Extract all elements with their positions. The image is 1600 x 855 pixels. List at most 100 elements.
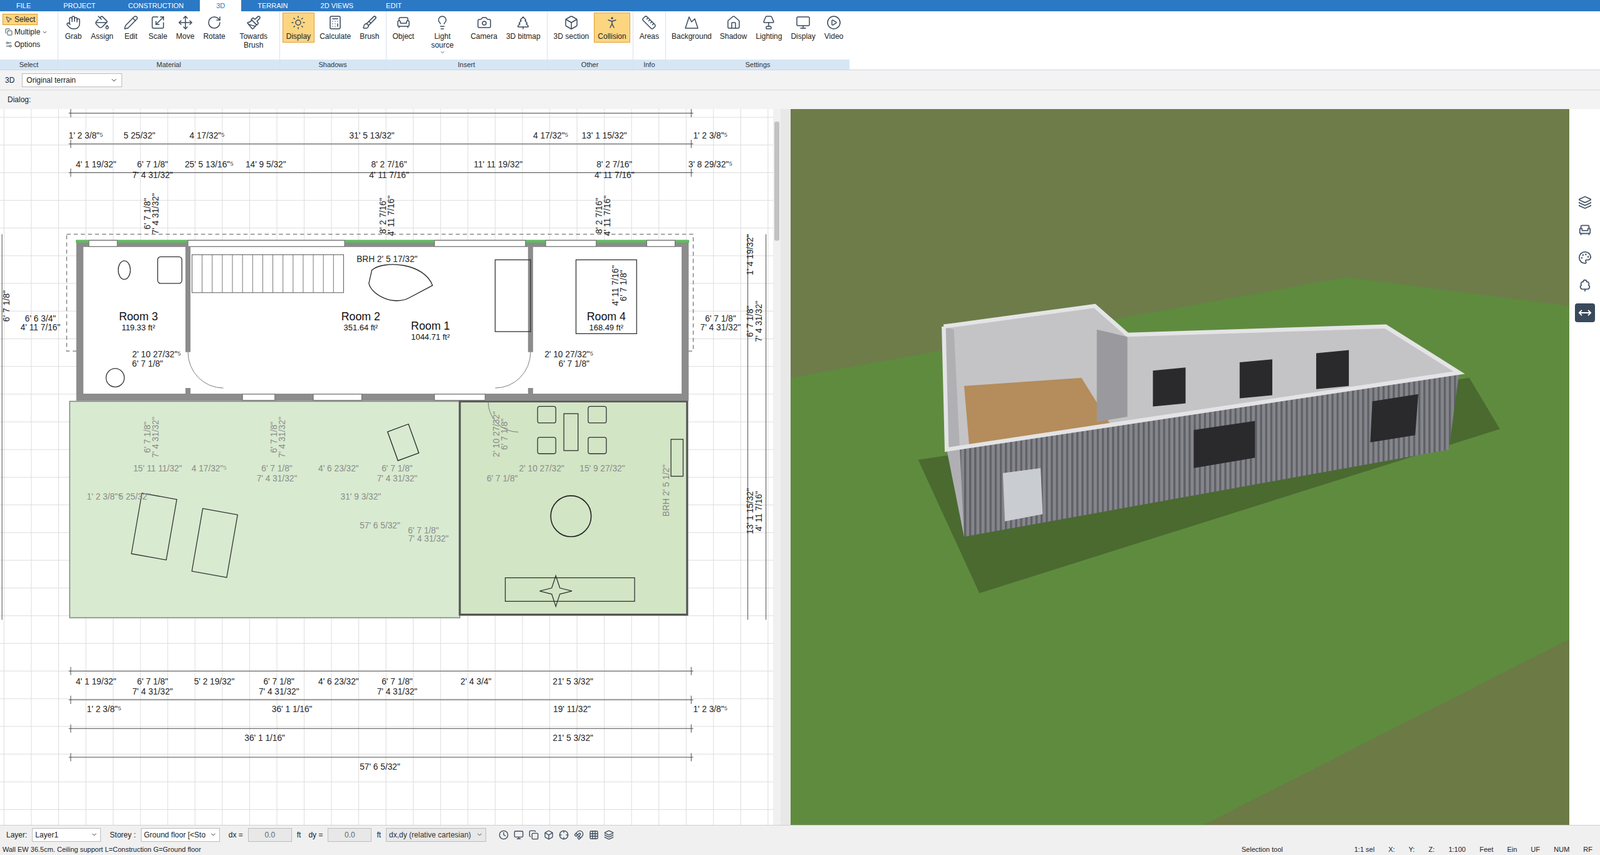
ribbon-button[interactable]: Display <box>786 12 819 43</box>
ribbon-icon <box>150 15 166 31</box>
ribbon-button[interactable]: Camera <box>466 12 502 43</box>
ribbon-button[interactable]: Calculate <box>315 12 355 43</box>
layer-dropdown[interactable]: Layer1 <box>31 827 101 842</box>
3d-view[interactable] <box>790 109 1570 825</box>
status-tool-icon[interactable] <box>528 829 539 840</box>
dimension-label: 4' 11 7/16" <box>594 170 635 180</box>
caret-icon <box>439 49 446 56</box>
room-label[interactable]: Room 3119.33 ft² <box>119 310 158 333</box>
select-option[interactable]: Options <box>2 38 43 51</box>
ribbon-group: SelectMultipleOptionsSelect <box>0 11 58 70</box>
terrain-dropdown[interactable]: Original terrain <box>21 73 123 88</box>
select-icon <box>5 28 13 36</box>
menu-tab[interactable]: 2D VIEWS <box>304 0 371 12</box>
ribbon-button[interactable]: Display <box>282 12 315 43</box>
svg-text:351.64 ft²: 351.64 ft² <box>343 322 379 333</box>
ribbon-button[interactable]: 3D bitmap <box>502 12 545 43</box>
dimension-label: 4' 11 7/16" <box>754 490 764 532</box>
chevron-icon <box>476 830 484 838</box>
dimension-label: 4' 6 23/32" <box>318 676 359 686</box>
ribbon-button[interactable]: 3D section <box>550 12 594 43</box>
side-tool[interactable] <box>1574 248 1595 267</box>
menu-tab[interactable]: CONSTRUCTION <box>112 0 201 12</box>
menu-tab[interactable]: 3D <box>199 0 242 12</box>
dimension-label: 19' 11/32" <box>553 704 591 714</box>
status-tool-icon[interactable] <box>588 829 599 840</box>
select-option[interactable]: Select <box>2 13 38 26</box>
menu-tab[interactable]: TERRAIN <box>241 0 304 12</box>
coord-mode-dropdown[interactable]: dx,dy (relative cartesian) <box>385 827 487 842</box>
dimension-label: 36' 1 1/16" <box>271 704 313 714</box>
status-tool-icon[interactable] <box>543 829 554 840</box>
info-field: UF <box>1531 843 1541 855</box>
status-tool-icon[interactable] <box>603 829 614 840</box>
svg-text:Room 4: Room 4 <box>587 310 626 323</box>
ribbon-button[interactable]: Scale <box>144 12 172 43</box>
ribbon-button[interactable]: Edit <box>118 12 144 43</box>
ribbon-button[interactable]: Light source <box>419 12 466 58</box>
panel-divider[interactable] <box>780 109 791 825</box>
room-label[interactable]: Room 11044.71 ft² <box>410 319 451 342</box>
dimension-label: 31' 9 3/32" <box>340 491 382 502</box>
ribbon-button[interactable]: Shadow <box>716 12 751 43</box>
ribbon-button[interactable]: Object <box>389 12 419 43</box>
ribbon-button[interactable]: Brush <box>355 12 383 43</box>
dimension-label: 6' 7 1/8" <box>558 358 590 369</box>
chevron-icon <box>110 76 118 84</box>
side-tool[interactable] <box>1574 192 1595 212</box>
menu-tab[interactable]: EDIT <box>369 0 418 12</box>
svg-text:Room 3: Room 3 <box>119 310 158 323</box>
menu-tab[interactable]: PROJECT <box>46 0 112 12</box>
ribbon-button[interactable]: Areas <box>635 12 663 43</box>
floor-plan[interactable]: Room 3119.33 ft² Room 2351.64 ft² Room 110… <box>0 109 774 825</box>
dy-input[interactable]: 0.0 <box>327 827 372 842</box>
svg-text:Room 2: Room 2 <box>341 310 381 323</box>
dimension-label: 1' 2 3/8"⁵ <box>68 130 104 141</box>
side-tool[interactable] <box>1574 303 1595 323</box>
svg-text:168.49 ft²: 168.49 ft² <box>589 322 624 333</box>
ribbon-button[interactable]: Rotate <box>199 12 229 43</box>
chevron-icon <box>209 830 217 838</box>
dx-input[interactable]: 0.0 <box>248 827 292 842</box>
dimension-label: 6' 7 1/8" <box>381 462 413 473</box>
ribbon-button[interactable]: Collision <box>593 12 630 43</box>
menu-tab-bar: FILEPROJECTCONSTRUCTION3DTERRAIN2D VIEWS… <box>0 0 1600 12</box>
ribbon-icon <box>563 15 579 31</box>
vertical-scrollbar[interactable] <box>773 109 781 825</box>
ribbon-button[interactable]: Move <box>172 12 198 43</box>
dimension-label: 1' 2 3/8"⁵ <box>692 704 728 714</box>
status-tool-icon[interactable] <box>558 829 569 840</box>
ribbon-button[interactable]: Grab <box>60 12 86 43</box>
ribbon-icon <box>177 15 193 31</box>
dimension-label: 15' 9 27/32" <box>579 462 625 473</box>
ribbon-button[interactable]: Background <box>668 12 715 43</box>
ribbon-icon <box>395 15 411 31</box>
dimension-label: 13' 1 15/32" <box>745 488 755 534</box>
select-option[interactable]: Multiple <box>2 26 51 38</box>
view-bar: 3DOriginal terrain <box>0 70 1600 91</box>
info-field: NUM <box>1553 843 1570 855</box>
info-field: RF <box>1583 843 1593 855</box>
app-window: FILEPROJECTCONSTRUCTION3DTERRAIN2D VIEWS… <box>0 0 1600 855</box>
status-tool-icon[interactable] <box>573 829 584 840</box>
status-tool-icon[interactable] <box>513 829 524 840</box>
storey-dropdown[interactable]: Ground floor [<Sto <box>140 827 220 842</box>
dimension-label: 3' 8 29/32"⁵ <box>688 159 733 170</box>
room-label[interactable]: Room 4168.49 ft² <box>587 310 626 333</box>
dimension-label: 7' 4 31/32" <box>754 300 764 343</box>
dimension-label: 2' 4 3/4" <box>460 676 492 686</box>
menu-tab[interactable]: FILE <box>0 0 47 12</box>
dimension-label: 7' 4 31/32" <box>408 533 450 544</box>
status-tool-icon[interactable] <box>498 829 509 840</box>
ribbon-button[interactable]: Assign <box>87 12 118 43</box>
room-label[interactable]: Room 2351.64 ft² <box>341 310 381 333</box>
dimension-label: 11' 11 19/32" <box>473 159 523 170</box>
dimension-label: 6' 7 1/8" <box>618 269 629 301</box>
ribbon: SelectMultipleOptionsSelectGrabAssignEdi… <box>0 11 1600 71</box>
ribbon-button[interactable]: Lighting <box>751 12 786 43</box>
dimension-label: 8' 2 7/16" <box>596 159 633 170</box>
side-tool[interactable] <box>1574 275 1595 295</box>
side-tool[interactable] <box>1574 220 1595 240</box>
ribbon-button[interactable]: Towards Brush <box>230 12 277 52</box>
ribbon-button[interactable]: Video <box>820 12 847 43</box>
